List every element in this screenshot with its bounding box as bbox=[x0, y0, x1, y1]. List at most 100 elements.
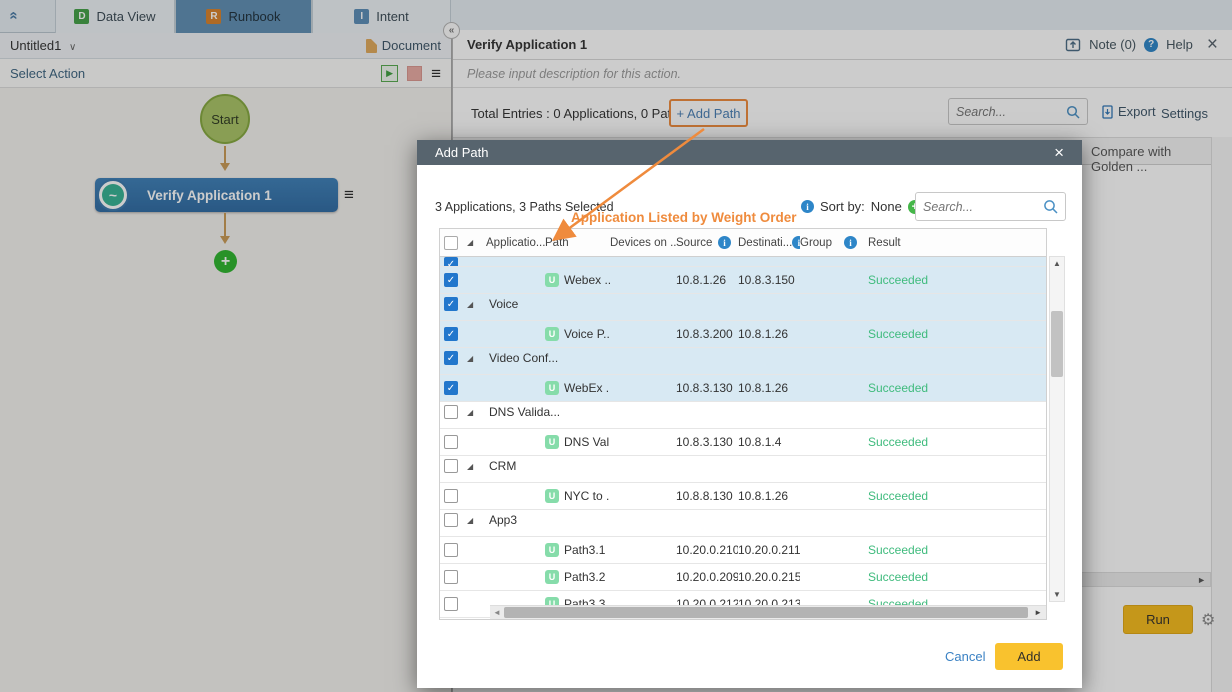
table-row[interactable]: ✓ ◢ Video Conf... bbox=[440, 348, 1046, 375]
row-checkbox[interactable]: ✓ bbox=[444, 351, 458, 365]
result-status: Succeeded bbox=[864, 435, 1046, 449]
application-name: DNS Valida... bbox=[486, 405, 1046, 419]
destination-ip: 10.8.1.4 bbox=[738, 435, 800, 449]
scroll-right-icon[interactable]: ► bbox=[1034, 608, 1042, 617]
path-cell: U NYC to ... bbox=[545, 489, 610, 503]
source-ip: 10.8.3.130 bbox=[676, 435, 738, 449]
column-destination[interactable]: Destinati...i bbox=[738, 236, 800, 249]
table-row[interactable]: U DNS Val... 10.8.3.130 10.8.1.4 Succeed… bbox=[440, 429, 1046, 456]
table-row[interactable]: ✓ U WebEx ... 10.8.3.130 10.8.1.26 Succe… bbox=[440, 375, 1046, 402]
paths-table: ◢ Applicatio... Path Devices on ... Sour… bbox=[439, 228, 1047, 620]
row-checkbox[interactable]: ✓ bbox=[444, 327, 458, 341]
cancel-button[interactable]: Cancel bbox=[945, 649, 985, 664]
source-ip: 10.20.0.209 bbox=[676, 570, 738, 584]
column-application[interactable]: Applicatio... bbox=[486, 237, 545, 249]
dialog-close-icon[interactable]: × bbox=[1054, 144, 1064, 161]
path-name: Path3.2 bbox=[564, 570, 605, 584]
expand-caret-icon[interactable]: ◢ bbox=[462, 408, 486, 417]
path-cell: U Webex ... bbox=[545, 273, 610, 287]
dialog-search[interactable] bbox=[915, 192, 1066, 221]
row-checkbox[interactable] bbox=[444, 435, 458, 449]
application-name: CRM bbox=[486, 459, 1046, 473]
row-checkbox[interactable] bbox=[444, 459, 458, 473]
horizontal-scroll-thumb[interactable] bbox=[504, 607, 1028, 618]
row-checkbox[interactable]: ✓ bbox=[444, 381, 458, 395]
path-name: Voice P... bbox=[564, 327, 610, 341]
path-type-icon: U bbox=[545, 381, 559, 395]
path-name: Path3.1 bbox=[564, 543, 605, 557]
destination-ip: 10.8.3.150 bbox=[738, 273, 800, 287]
dialog-vertical-scrollbar[interactable]: ▲ ▼ bbox=[1049, 256, 1065, 602]
result-status: Succeeded bbox=[864, 381, 1046, 395]
dialog-horizontal-scrollbar[interactable]: ◄ ► bbox=[490, 605, 1046, 619]
expand-caret-icon[interactable]: ◢ bbox=[462, 354, 486, 363]
path-type-icon: U bbox=[545, 327, 559, 341]
table-row[interactable]: U Path3.1 10.20.0.210 10.20.0.211 Succee… bbox=[440, 537, 1046, 564]
group-info-icon[interactable]: i bbox=[844, 236, 857, 249]
paths-table-body: ✓ ✓ U Webex ... 10.8.1.26 10.8.3.150 Suc… bbox=[440, 257, 1046, 619]
column-source[interactable]: Sourcei bbox=[676, 236, 738, 249]
destination-ip: 10.8.1.26 bbox=[738, 381, 800, 395]
destination-info-icon[interactable]: i bbox=[792, 236, 800, 249]
expand-caret-icon[interactable]: ◢ bbox=[462, 462, 486, 471]
add-button[interactable]: Add bbox=[995, 643, 1063, 670]
dialog-header: Add Path × bbox=[417, 140, 1082, 165]
source-info-icon[interactable]: i bbox=[718, 236, 731, 249]
row-checkbox[interactable] bbox=[444, 405, 458, 419]
result-status: Succeeded bbox=[864, 327, 1046, 341]
app-window: « D Data View R Runbook I Intent Untitle… bbox=[0, 0, 1232, 692]
dialog-search-input[interactable] bbox=[923, 200, 1043, 214]
sort-value[interactable]: None bbox=[871, 199, 902, 214]
select-all-checkbox[interactable] bbox=[444, 236, 458, 250]
column-group[interactable]: Groupi bbox=[800, 236, 864, 249]
column-devices[interactable]: Devices on ... bbox=[610, 237, 676, 249]
row-checkbox[interactable] bbox=[444, 489, 458, 503]
scroll-left-icon[interactable]: ◄ bbox=[493, 608, 501, 617]
collapse-all-icon[interactable]: ◢ bbox=[462, 238, 486, 247]
scroll-up-icon[interactable]: ▲ bbox=[1053, 259, 1061, 268]
application-name: Voice bbox=[486, 297, 1046, 311]
row-checkbox[interactable]: ✓ bbox=[444, 273, 458, 287]
expand-caret-icon[interactable]: ◢ bbox=[462, 516, 486, 525]
table-row[interactable]: ◢ App3 bbox=[440, 510, 1046, 537]
table-row[interactable]: ◢ CRM bbox=[440, 456, 1046, 483]
destination-ip: 10.8.1.26 bbox=[738, 489, 800, 503]
row-checkbox[interactable] bbox=[444, 543, 458, 557]
sort-info-icon[interactable]: i bbox=[801, 200, 814, 213]
source-ip: 10.8.3.130 bbox=[676, 381, 738, 395]
table-row[interactable]: ✓ U Webex ... 10.8.1.26 10.8.3.150 Succe… bbox=[440, 267, 1046, 294]
column-result[interactable]: Result bbox=[864, 237, 1046, 249]
row-checkbox[interactable]: ✓ bbox=[444, 297, 458, 311]
application-name: App3 bbox=[486, 513, 1046, 527]
selection-summary: 3 Applications, 3 Paths Selected bbox=[435, 200, 614, 214]
result-status: Succeeded bbox=[864, 570, 1046, 584]
path-cell: U Path3.1 bbox=[545, 543, 610, 557]
scroll-down-icon[interactable]: ▼ bbox=[1053, 590, 1061, 599]
table-row[interactable]: ✓ ◢ Voice bbox=[440, 294, 1046, 321]
vertical-scroll-thumb[interactable] bbox=[1051, 311, 1063, 377]
source-ip: 10.8.1.26 bbox=[676, 273, 738, 287]
destination-ip: 10.20.0.215 bbox=[738, 570, 800, 584]
add-path-dialog: Add Path × 3 Applications, 3 Paths Selec… bbox=[417, 140, 1082, 688]
expand-caret-icon[interactable]: ◢ bbox=[462, 300, 486, 309]
row-checkbox[interactable]: ✓ bbox=[444, 257, 458, 267]
row-checkbox[interactable] bbox=[444, 570, 458, 584]
column-path[interactable]: Path bbox=[545, 237, 610, 249]
source-ip: 10.20.0.210 bbox=[676, 543, 738, 557]
row-checkbox[interactable] bbox=[444, 513, 458, 527]
sort-label: Sort by: bbox=[820, 199, 865, 214]
path-cell: U DNS Val... bbox=[545, 435, 610, 449]
table-row[interactable]: U NYC to ... 10.8.8.130 10.8.1.26 Succee… bbox=[440, 483, 1046, 510]
table-row[interactable]: ✓ bbox=[440, 257, 1046, 267]
row-checkbox[interactable] bbox=[444, 597, 458, 611]
path-type-icon: U bbox=[545, 273, 559, 287]
search-icon bbox=[1043, 199, 1058, 214]
path-type-icon: U bbox=[545, 543, 559, 557]
table-row[interactable]: U Path3.2 10.20.0.209 10.20.0.215 Succee… bbox=[440, 564, 1046, 591]
path-type-icon: U bbox=[545, 435, 559, 449]
table-row[interactable]: ◢ DNS Valida... bbox=[440, 402, 1046, 429]
path-name: WebEx ... bbox=[564, 381, 610, 395]
table-row[interactable]: ✓ U Voice P... 10.8.3.200 10.8.1.26 Succ… bbox=[440, 321, 1046, 348]
source-ip: 10.8.8.130 bbox=[676, 489, 738, 503]
result-status: Succeeded bbox=[864, 273, 1046, 287]
